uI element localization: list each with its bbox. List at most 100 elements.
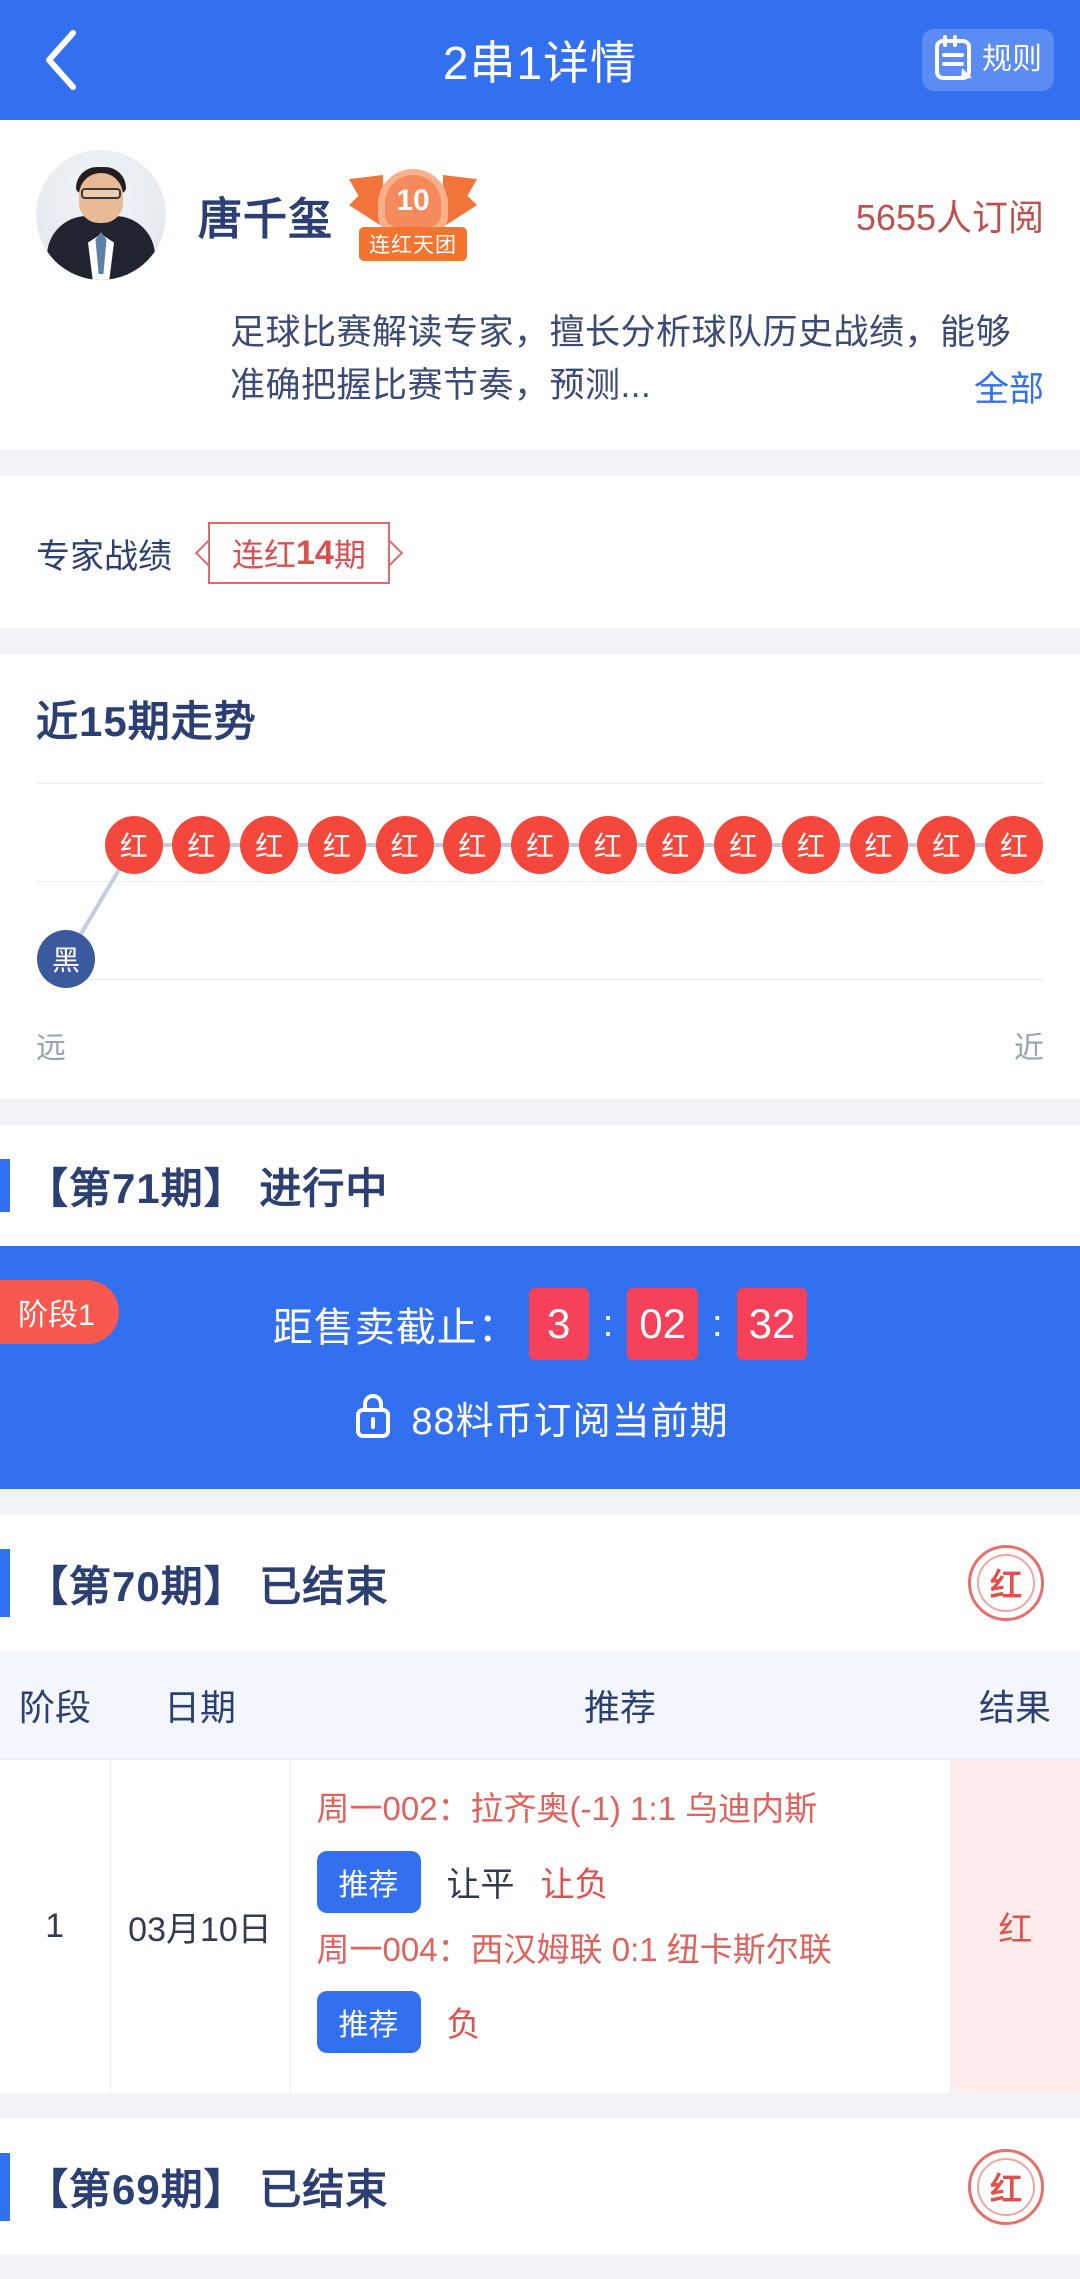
issue-header-71: 【第71期】 进行中 [0, 1125, 1080, 1247]
pick-row: 推荐 让平 让负 [316, 1850, 950, 1913]
col-header-stage: 阶段 [0, 1651, 110, 1760]
streak-count: 14 [296, 533, 334, 572]
streak-prefix: 连红 [232, 537, 297, 574]
rules-label: 规则 [982, 43, 1042, 76]
badge-ribbon-label: 连红天团 [369, 234, 457, 257]
trend-chart-title: 近15期走势 [36, 698, 257, 746]
pick-row-2: 推荐 负 [316, 1990, 950, 2053]
badge-wing-right [443, 175, 477, 227]
unlock-subscribe-button[interactable]: 88料币订阅当前期 [0, 1390, 1080, 1445]
table-header-row: 阶段 日期 推荐 结果 [0, 1651, 1080, 1760]
match-entry-2: 周一004：西汉姆联 0:1 纽卡斯尔联 推荐 负 [316, 1927, 950, 2053]
trend-node-red: 红 [172, 816, 231, 875]
trend-node-red: 红 [443, 816, 502, 875]
page-title: 2串1详情 [442, 37, 638, 89]
section-divider-3 [0, 1099, 1080, 1126]
expert-level-badge: 10 连红天团 [349, 169, 477, 261]
trend-node-black: 黑 [36, 930, 95, 989]
cell-stage: 1 [0, 1759, 111, 2093]
view-all-link[interactable]: 全部 [974, 361, 1044, 412]
issue-header-70: 【第70期】 已结束 红 [0, 1515, 1080, 1652]
col-header-date: 日期 [110, 1651, 290, 1760]
pick-option: 让平 [446, 1866, 515, 1905]
section-divider-4 [0, 1489, 1080, 1516]
cell-recommendations: 周一002：拉齐奥(-1) 1:1 乌迪内斯 推荐 让平 让负 周一004：西汉… [290, 1759, 951, 2093]
stage-pill-71: 阶段1 [0, 1280, 119, 1345]
lock-icon [351, 1390, 395, 1445]
expert-record-label: 专家战绩 [36, 537, 172, 576]
section-divider-5 [0, 2092, 1080, 2119]
trend-node-red: 红 [646, 816, 705, 875]
countdown-minutes: 02 [627, 1288, 698, 1361]
trend-chart-area: 黑红红红红红红红红红红红红红红 [36, 783, 1044, 1001]
avatar-glasses [81, 188, 121, 199]
match-line-2: 周一004：西汉姆联 0:1 纽卡斯尔联 [316, 1930, 832, 1968]
countdown-seconds: 32 [736, 1288, 808, 1361]
result-stamp-69: 红 [968, 2148, 1044, 2225]
badge-shield-inner: 10 [385, 175, 441, 227]
issue-accent-bar-69 [0, 2152, 10, 2221]
cell-date: 03月10日 [110, 1759, 291, 2093]
recommend-tag: 推荐 [316, 1850, 421, 1913]
trend-node-red: 红 [578, 816, 637, 875]
trend-node-red: 红 [240, 816, 299, 875]
badge-shield: 10 [378, 169, 448, 233]
result-stamp-70: 红 [968, 1545, 1044, 1622]
result-stamp-text-70: 红 [989, 1567, 1022, 1604]
issue-70-result-table: 阶段 日期 推荐 结果 1 03月10日 周一002：拉齐奥(-1) 1:1 乌… [0, 1651, 1080, 2093]
axis-label-far: 远 [36, 1032, 66, 1066]
trend-node-red: 红 [985, 816, 1043, 875]
col-header-result: 结果 [950, 1651, 1080, 1760]
result-stamp-text-69: 红 [989, 2170, 1022, 2207]
trend-node-red: 红 [714, 816, 773, 875]
countdown-row: 距售卖截止： 3 : 02 : 32 [0, 1246, 1080, 1361]
match-line: 周一002：拉齐奥(-1) 1:1 乌迪内斯 [316, 1790, 818, 1828]
trend-axis-labels: 远 近 [36, 1023, 1044, 1077]
trend-node-red: 红 [375, 816, 434, 875]
countdown-hours: 3 [528, 1288, 589, 1361]
badge-level: 10 [396, 184, 430, 217]
trend-node-red: 红 [781, 816, 840, 875]
match-entry: 周一002：拉齐奥(-1) 1:1 乌迪内斯 推荐 让平 让负 [316, 1786, 950, 1913]
countdown-separator-1: : [602, 1302, 614, 1345]
issue-71-running-panel: 阶段1 距售卖截止： 3 : 02 : 32 88料币订阅当前期 [0, 1246, 1080, 1490]
trend-node-red: 红 [917, 816, 976, 875]
chevron-left-icon [41, 28, 81, 92]
rules-button[interactable]: 规则 [922, 29, 1054, 91]
issue-accent-bar [0, 1159, 10, 1213]
cell-result: 红 [950, 1759, 1080, 2093]
pick-option-hit: 让负 [540, 1866, 609, 1905]
badge-ribbon: 连红天团 [359, 227, 467, 261]
trend-chart-block: 近15期走势 黑红红红红红红红红红红红红红红 远 近 [0, 654, 1080, 1100]
countdown-separator-2: : [712, 1302, 723, 1345]
top-navigation-bar: 2串1详情 规则 [0, 0, 1080, 120]
trend-node-red: 红 [849, 816, 908, 875]
table-row: 1 03月10日 周一002：拉齐奥(-1) 1:1 乌迪内斯 推荐 让平 让负… [0, 1759, 1080, 2093]
pick-option-hit-2: 负 [446, 2006, 481, 2045]
trend-node-red: 红 [104, 816, 163, 875]
back-button[interactable] [26, 25, 96, 95]
streak-badge: 连红 14 期 [208, 522, 390, 585]
expert-name: 唐千玺 [198, 195, 333, 244]
subscriber-count: 5655人订阅 [855, 197, 1044, 238]
expert-description: 足球比赛解读专家，擅长分析球队历史战绩，能够准确把握比赛节奏，预测... [230, 313, 1012, 406]
avatar[interactable] [36, 150, 166, 280]
issue-header-69: 【第69期】 已结束 红 [0, 2118, 1080, 2255]
col-header-recommendation: 推荐 [290, 1651, 950, 1760]
issue-title-69: 【第69期】 已结束 [26, 2166, 389, 2214]
axis-label-near: 近 [1014, 1032, 1044, 1066]
streak-suffix: 期 [333, 537, 366, 574]
countdown-label: 距售卖截止： [272, 1306, 519, 1351]
trend-node-red: 红 [307, 816, 366, 875]
bottom-padding [0, 2254, 1080, 2279]
unlock-label: 88料币订阅当前期 [411, 1401, 729, 1444]
issue-title-71: 【第71期】 进行中 [26, 1165, 389, 1213]
section-divider [0, 450, 1080, 477]
section-divider-2 [0, 628, 1080, 655]
trend-node-red: 红 [511, 816, 569, 875]
issue-title-70: 【第70期】 已结束 [26, 1562, 389, 1610]
expert-profile-card: 唐千玺 10 连红天团 5655人订阅 足球比赛解读专家，擅长分析球队历史战绩，… [0, 120, 1080, 451]
issue-accent-bar-70 [0, 1549, 10, 1618]
recommend-tag-2: 推荐 [316, 1990, 421, 2053]
expert-record-row: 专家战绩 连红 14 期 [0, 476, 1080, 629]
